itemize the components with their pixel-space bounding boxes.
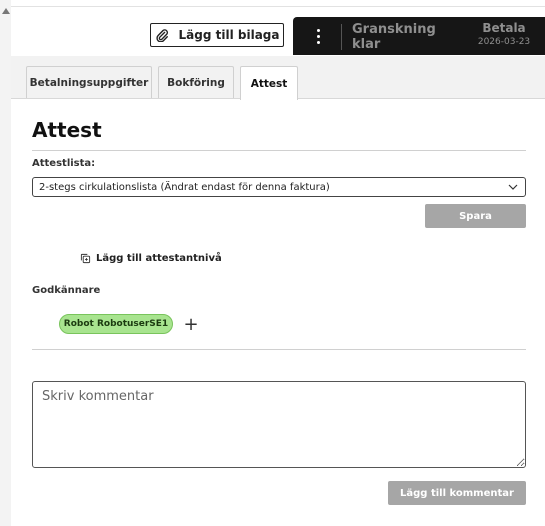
tab-payment-details[interactable]: Betalningsuppgifter bbox=[26, 66, 152, 98]
action-bar-separator bbox=[341, 24, 342, 50]
comment-textarea[interactable] bbox=[32, 381, 526, 468]
more-options-button[interactable] bbox=[303, 24, 333, 48]
pay-label: Betala bbox=[482, 21, 526, 35]
section-title: Attest bbox=[32, 118, 102, 142]
divider bbox=[32, 150, 526, 151]
approvers-label: Godkännare bbox=[32, 285, 101, 296]
attest-list-select[interactable]: 2-stegs cirkulationslista (Ändrat endast… bbox=[32, 177, 526, 197]
save-button[interactable]: Spara bbox=[425, 204, 526, 228]
top-divider bbox=[11, 6, 545, 7]
add-comment-button[interactable]: Lägg till kommentar bbox=[388, 481, 526, 505]
add-attachment-label: Lägg till bilaga bbox=[178, 28, 280, 42]
tab-accounting[interactable]: Bokföring bbox=[158, 66, 234, 98]
add-attachment-button[interactable]: Lägg till bilaga bbox=[150, 23, 284, 47]
divider bbox=[32, 349, 526, 350]
add-approver-level-button[interactable]: Lägg till attestantnivå bbox=[80, 253, 222, 264]
paperclip-icon bbox=[155, 29, 168, 42]
pay-date: 2026-03-23 bbox=[477, 37, 531, 47]
copy-add-icon bbox=[80, 253, 91, 264]
review-done-button[interactable]: Granskning klar bbox=[352, 22, 462, 52]
vertical-scrollbar[interactable] bbox=[0, 0, 11, 526]
approver-chip[interactable]: Robot RobotuserSE1 bbox=[59, 314, 173, 334]
pay-button[interactable]: Betala 2026-03-23 bbox=[466, 20, 542, 54]
add-approver-plus-icon[interactable]: + bbox=[183, 314, 199, 335]
attest-list-value: 2-stegs cirkulationslista (Ändrat endast… bbox=[39, 181, 330, 193]
add-approver-level-label: Lägg till attestantnivå bbox=[96, 253, 222, 264]
more-vertical-icon bbox=[316, 28, 320, 32]
tab-attest[interactable]: Attest bbox=[240, 66, 298, 100]
attest-list-label: Attestlista: bbox=[32, 158, 96, 169]
chevron-down-icon bbox=[508, 184, 518, 190]
scroll-up-arrow-icon[interactable] bbox=[2, 8, 10, 14]
